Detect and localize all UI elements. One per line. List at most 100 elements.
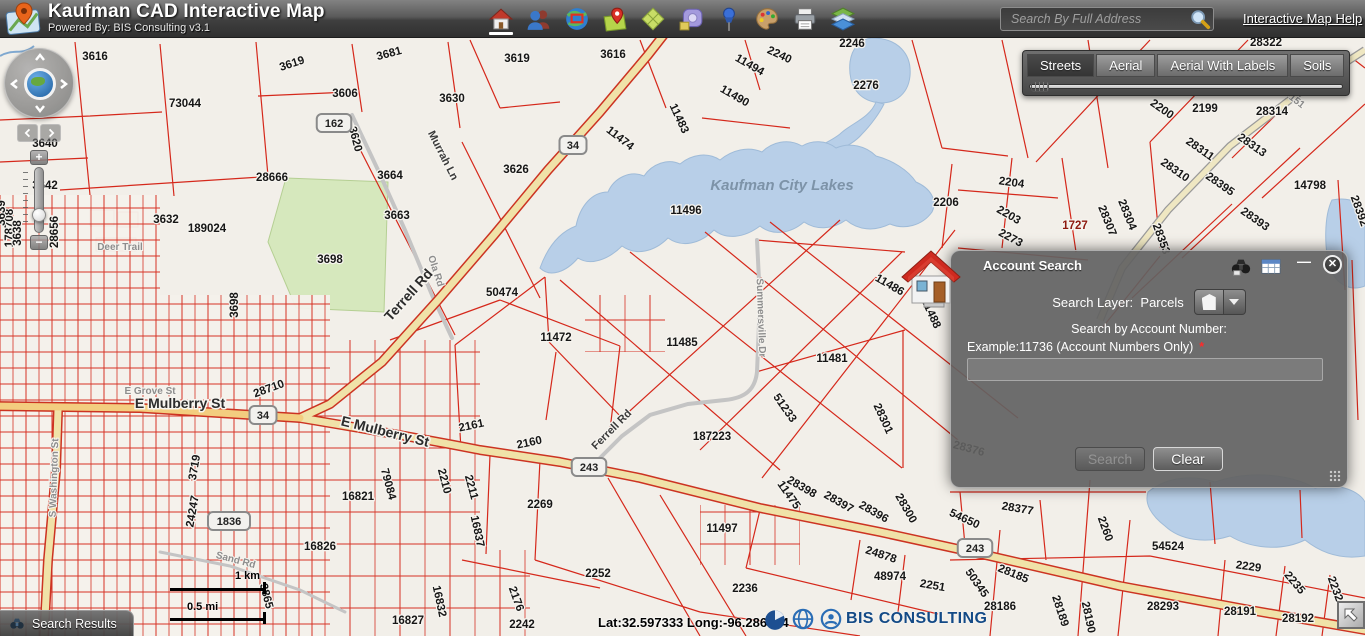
basemap-aerial-with-labels[interactable]: Aerial With Labels (1157, 54, 1288, 77)
basemap-transparency-slider[interactable] (1027, 81, 1345, 91)
map-label: 3630 (439, 93, 465, 105)
basemap-soils[interactable]: Soils (1290, 54, 1344, 77)
map-label: 11496 (670, 205, 701, 217)
layers-tool-button[interactable] (828, 2, 858, 36)
search-icon[interactable] (1189, 8, 1211, 30)
clear-button[interactable]: Clear (1153, 447, 1223, 471)
account-search-dialog: Account Search — ✕ Search Layer: Parcels… (950, 250, 1348, 488)
basemap-streets[interactable]: Streets (1027, 54, 1094, 77)
scale-tick (263, 612, 266, 624)
search-button[interactable]: Search (1075, 447, 1145, 471)
map-label: 50474 (486, 287, 519, 299)
pan-down-icon[interactable] (33, 101, 47, 115)
address-search-box (1000, 7, 1214, 31)
map-label: 48974 (874, 571, 907, 583)
map-label: 3698 (229, 292, 241, 318)
print-icon (792, 6, 818, 32)
svg-text:243: 243 (580, 462, 598, 474)
zoom-extent-globe-icon (564, 6, 590, 32)
map-label: 3626 (503, 164, 529, 176)
dialog-close-button[interactable]: ✕ (1323, 255, 1342, 274)
locate-tool-button[interactable] (600, 2, 630, 36)
address-search-input[interactable] (1009, 11, 1189, 27)
map-label: 11481 (816, 353, 848, 365)
binoculars-search-icon[interactable] (1229, 256, 1253, 278)
map-label: Kaufman City Lakes (710, 177, 853, 194)
pushpin-tool-button[interactable] (714, 2, 744, 36)
map-label: 2246 (839, 38, 865, 50)
map-label: 16827 (392, 615, 424, 627)
results-table-icon[interactable] (1259, 256, 1283, 278)
account-number-input[interactable] (967, 358, 1323, 381)
measure-icon (678, 6, 704, 32)
zoom-slider-track[interactable] (34, 167, 44, 233)
map-label: 2269 (527, 499, 553, 511)
scale-tick (263, 582, 266, 594)
svg-text:1836: 1836 (217, 516, 241, 528)
svg-text:162: 162 (325, 118, 343, 130)
overview-map-toggle[interactable] (1337, 601, 1365, 629)
map-label: 28293 (1147, 601, 1179, 613)
chevron-right-icon (46, 128, 56, 138)
map-label: 2236 (732, 583, 758, 595)
parcel-select-icon (640, 6, 666, 32)
map-label: 28192 (1282, 613, 1314, 625)
previous-extent-button[interactable] (17, 124, 38, 142)
house-marker-icon (898, 246, 964, 312)
map-label: 3698 (317, 254, 343, 266)
globe-icon (790, 606, 816, 632)
map-label: 3606 (332, 88, 358, 100)
map-label: 1727 (1062, 220, 1088, 232)
draw-tool-button[interactable] (752, 2, 782, 36)
pan-up-icon[interactable] (33, 51, 47, 65)
map-label: 14798 (1294, 180, 1327, 192)
zoom-in-button[interactable]: + (30, 150, 48, 165)
parcel-select-tool-button[interactable] (638, 2, 668, 36)
extent-history-buttons (17, 124, 61, 142)
dialog-resize-grip[interactable] (1329, 470, 1341, 482)
svg-text:34: 34 (257, 410, 270, 422)
layers-icon (830, 6, 856, 32)
map-label: 16826 (304, 541, 336, 553)
slider-track[interactable] (1029, 84, 1343, 89)
binoculars-icon (8, 616, 26, 632)
map-label: 2242 (509, 619, 535, 631)
svg-text:34: 34 (567, 140, 580, 152)
map-label: 3663 (384, 210, 410, 222)
pan-right-icon[interactable] (56, 77, 70, 91)
layer-button[interactable] (1194, 289, 1224, 315)
pan-control[interactable] (4, 48, 74, 118)
full-extent-globe-button[interactable] (24, 68, 56, 100)
brand-name: BIS CONSULTING (846, 610, 987, 628)
slider-thumb[interactable] (1031, 81, 1049, 92)
highway-shield: 34 (560, 136, 587, 154)
app-subtitle: Powered By: BIS Consulting v3.1 (48, 22, 325, 34)
measure-tool-button[interactable] (676, 2, 706, 36)
dialog-header[interactable]: Account Search — ✕ (951, 251, 1347, 281)
zoom-slider[interactable]: + − (28, 150, 50, 250)
pan-left-icon[interactable] (8, 77, 22, 91)
map-label: E Grove St (124, 386, 176, 397)
zoom-slider-ticks (23, 172, 28, 224)
required-asterisk: * (1199, 340, 1204, 354)
next-extent-button[interactable] (40, 124, 61, 142)
print-tool-button[interactable] (790, 2, 820, 36)
dialog-minimize-button[interactable]: — (1297, 253, 1313, 273)
dialog-buttons: Search Clear (951, 447, 1347, 471)
search-results-bar[interactable]: Search Results (0, 610, 134, 636)
zoom-slider-thumb[interactable] (32, 208, 46, 222)
zoom-out-button[interactable]: − (30, 235, 48, 250)
basemap-aerial[interactable]: Aerial (1096, 54, 1155, 77)
scale-mi-label: 0.5 mi (187, 601, 218, 613)
arrow-up-left-icon (1342, 606, 1360, 624)
map-label: 3616 (82, 51, 108, 63)
home-tool-button[interactable] (486, 2, 516, 36)
dialog-title: Account Search (983, 258, 1082, 273)
map-label: 3616 (600, 49, 626, 61)
zoom-extent-tool-button[interactable] (562, 2, 592, 36)
basemap-buttons: StreetsAerialAerial With LabelsSoils (1027, 54, 1345, 77)
highway-shield: 162 (317, 114, 352, 132)
users-tool-button[interactable] (524, 2, 554, 36)
layer-dropdown-button[interactable] (1224, 289, 1246, 315)
interactive-map-help-link[interactable]: Interactive Map Help (1243, 11, 1362, 26)
